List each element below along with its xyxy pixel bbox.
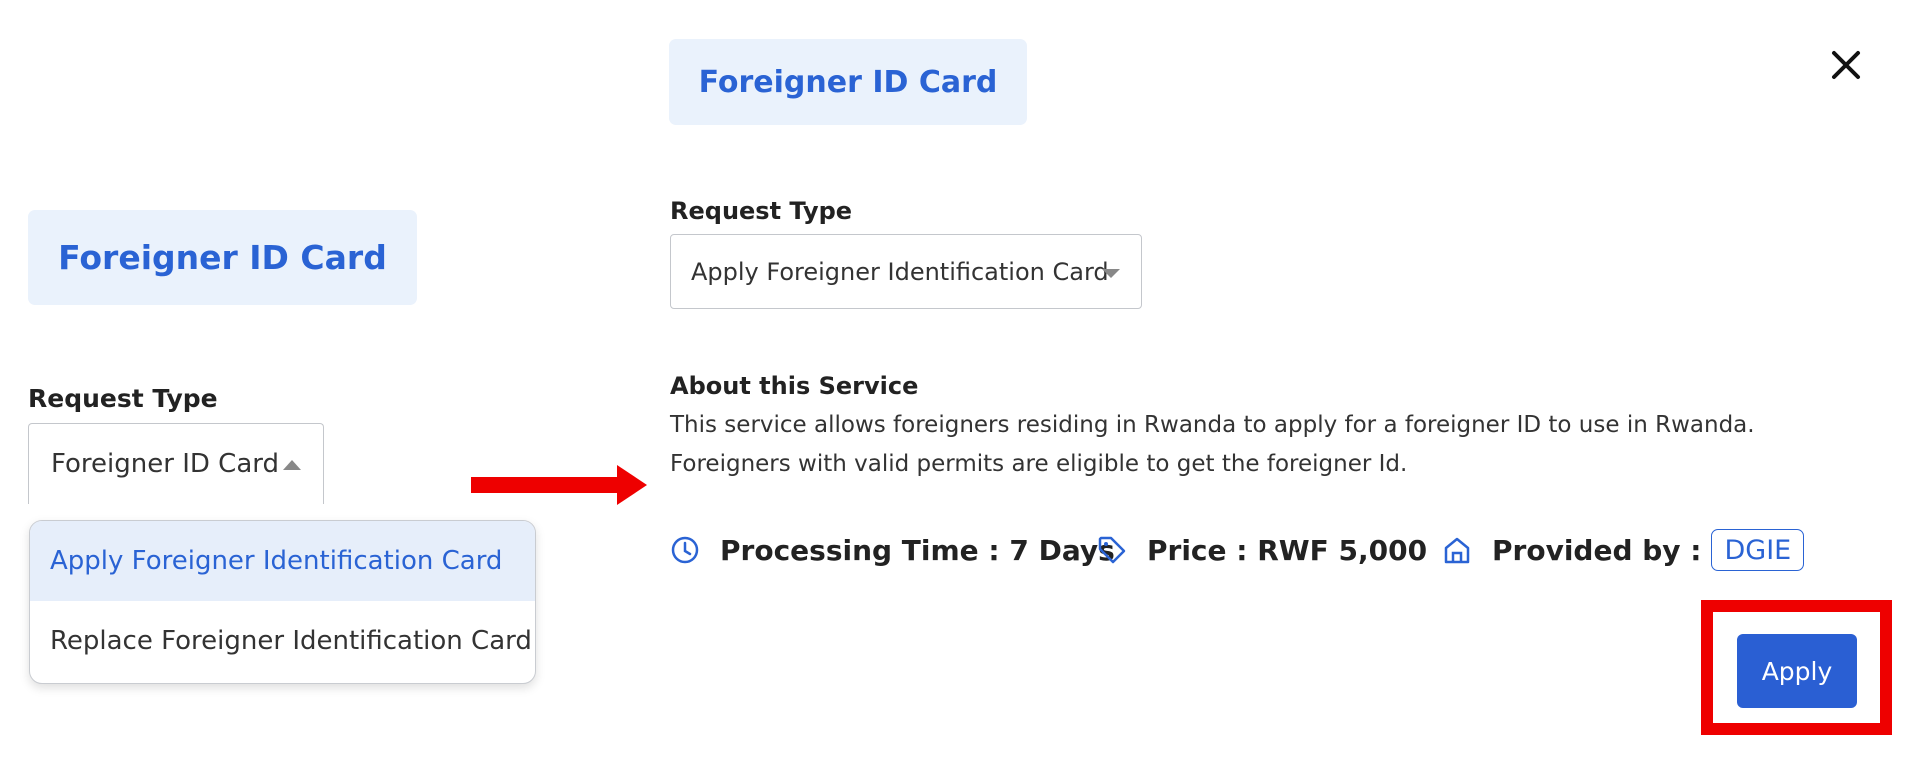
- chevron-down-icon: [1102, 269, 1120, 278]
- dropdown-option-apply[interactable]: Apply Foreigner Identification Card: [30, 521, 535, 601]
- request-type-dropdown: Apply Foreigner Identification Card Repl…: [29, 520, 536, 684]
- home-icon: [1444, 537, 1470, 564]
- processing-time-text: Processing Time : 7 Days: [720, 533, 1115, 567]
- provided-by: Provided by : DGIE: [1442, 528, 1805, 572]
- price: Price : RWF 5,000: [1097, 528, 1427, 572]
- request-type-select-value-right: Apply Foreigner Identification Card: [691, 257, 1109, 286]
- tag-icon: [1098, 536, 1126, 564]
- dropdown-option-replace[interactable]: Replace Foreigner Identification Card: [30, 601, 535, 681]
- about-text-line: Foreigners with valid permits are eligib…: [670, 451, 1408, 477]
- processing-time: Processing Time : 7 Days: [670, 528, 1115, 572]
- request-type-label: Request Type: [28, 384, 218, 413]
- request-type-select-right[interactable]: Apply Foreigner Identification Card: [670, 234, 1142, 309]
- arrow-right-icon: [471, 465, 647, 505]
- request-type-label-right: Request Type: [670, 197, 853, 225]
- request-type-select-value: Foreigner ID Card: [51, 449, 279, 479]
- provided-by-label: Provided by :: [1492, 533, 1702, 567]
- service-title-badge: Foreigner ID Card: [28, 210, 417, 305]
- apply-button[interactable]: Apply: [1737, 634, 1857, 708]
- service-title-badge-right: Foreigner ID Card: [669, 39, 1027, 125]
- close-icon[interactable]: [1826, 45, 1866, 85]
- request-type-select[interactable]: Foreigner ID Card: [28, 423, 324, 504]
- clock-icon: [671, 536, 699, 564]
- about-title: About this Service: [670, 372, 919, 400]
- provider-badge: DGIE: [1711, 529, 1805, 571]
- chevron-up-icon: [283, 460, 301, 470]
- price-text: Price : RWF 5,000: [1147, 533, 1428, 567]
- about-text-line: This service allows foreigners residing …: [670, 412, 1755, 438]
